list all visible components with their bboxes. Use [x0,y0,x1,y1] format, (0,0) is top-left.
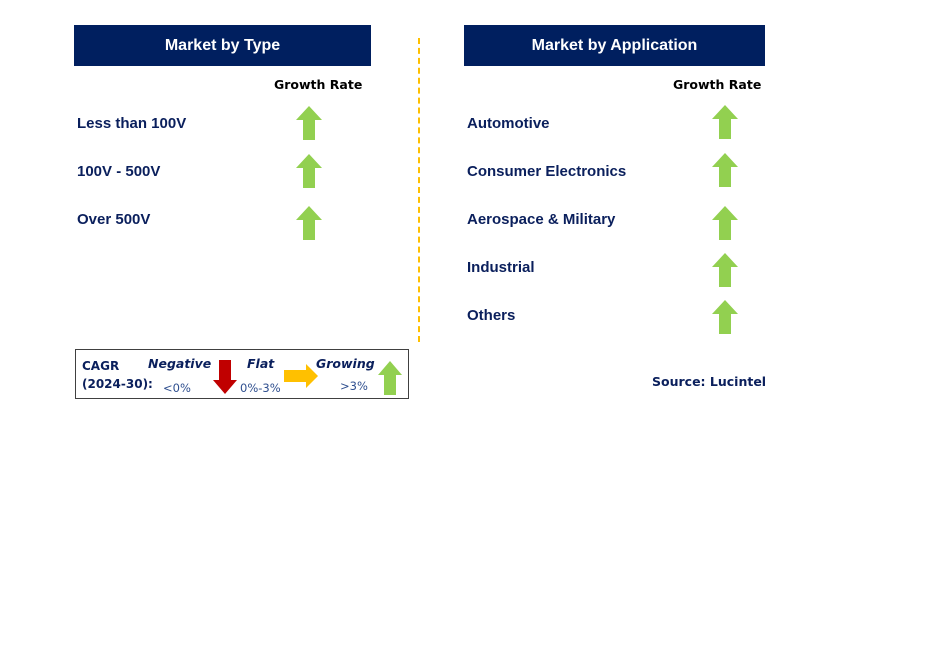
arrow-down-icon [213,360,237,394]
application-row-label: Others [467,307,516,324]
arrow-up-icon [712,300,738,334]
market-by-application-title: Market by Application [531,36,698,54]
arrow-up-icon [712,105,738,139]
legend-growing-range: >3% [340,379,368,393]
application-row-label: Aerospace & Military [467,211,616,228]
legend-negative-label: Negative [148,356,212,371]
panel-divider [418,38,420,342]
legend-flat-label: Flat [247,356,275,371]
type-row-label: Less than 100V [77,115,187,132]
right-growth-rate-header: Growth Rate [673,77,762,92]
arrow-right-icon [284,364,318,388]
legend-cagr-label: CAGR [82,359,120,373]
cagr-legend: CAGR (2024-30): Negative <0% Flat 0%-3% … [75,349,409,399]
application-row-label: Automotive [467,115,550,132]
arrow-up-icon [296,206,322,240]
left-growth-rate-header: Growth Rate [274,77,363,92]
application-row-label: Industrial [467,259,535,276]
market-by-application-header: Market by Application [464,25,765,66]
legend-growing-label: Growing [316,356,375,371]
arrow-up-icon [378,361,402,395]
legend-flat-range: 0%-3% [240,381,281,395]
arrow-up-icon [712,206,738,240]
legend-negative-range: <0% [163,381,191,395]
source-label: Source: Lucintel [652,374,767,389]
arrow-up-icon [712,153,738,187]
type-row-label: 100V - 500V [77,163,161,180]
market-by-type-header: Market by Type [74,25,371,66]
legend-period-label: (2024-30): [82,377,153,391]
type-row-label: Over 500V [77,211,151,228]
arrow-up-icon [296,154,322,188]
arrow-up-icon [712,253,738,287]
application-row-label: Consumer Electronics [467,163,627,180]
arrow-up-icon [296,106,322,140]
market-by-type-title: Market by Type [164,36,281,54]
